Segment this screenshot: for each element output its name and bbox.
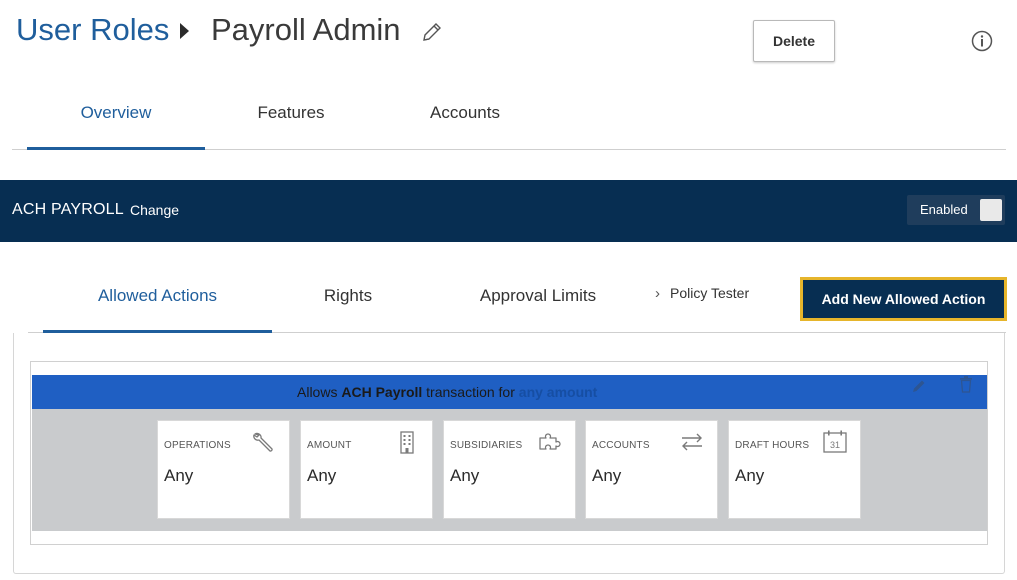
transfer-arrows-icon bbox=[682, 433, 702, 451]
operations-card[interactable]: OPERATIONS Any bbox=[157, 420, 290, 519]
card-value: Any bbox=[450, 466, 480, 485]
card-label: SUBSIDIARIES bbox=[450, 440, 523, 451]
enabled-toggle-label: Enabled bbox=[920, 202, 968, 217]
tab-accounts[interactable]: Accounts bbox=[385, 80, 545, 150]
calendar-icon: 31 bbox=[823, 430, 847, 453]
card-label: AMOUNT bbox=[307, 440, 352, 451]
policy-tester-label: Policy Tester bbox=[670, 285, 750, 301]
page-header: User Roles Payroll Admin Delete bbox=[0, 0, 1017, 80]
tab-allowed-actions[interactable]: Allowed Actions bbox=[43, 260, 272, 333]
accounts-card[interactable]: ACCOUNTS Any bbox=[585, 420, 718, 519]
trash-icon[interactable] bbox=[958, 376, 974, 393]
pencil-icon[interactable] bbox=[420, 20, 444, 44]
breadcrumb-separator-icon bbox=[180, 23, 189, 39]
chevron-right-icon: › bbox=[655, 285, 660, 302]
rule-transaction: ACH Payroll bbox=[341, 384, 423, 400]
card-value: Any bbox=[735, 466, 765, 485]
card-label: ACCOUNTS bbox=[592, 440, 650, 451]
puzzle-icon bbox=[539, 433, 561, 450]
feature-band: ACH PAYROLL Change bbox=[0, 180, 1017, 242]
rule-description: Allows ACH Payroll transaction for any a… bbox=[297, 384, 597, 400]
top-tab-bar: Overview Features Accounts bbox=[12, 80, 1006, 150]
amount-card[interactable]: AMOUNT Any bbox=[300, 420, 433, 519]
breadcrumb-user-roles[interactable]: User Roles bbox=[16, 12, 169, 48]
rule-middle: transaction for bbox=[422, 384, 519, 400]
delete-button[interactable]: Delete bbox=[753, 20, 835, 62]
change-link[interactable]: Change bbox=[130, 202, 179, 218]
tab-rights[interactable]: Rights bbox=[272, 260, 424, 333]
policy-tester-link[interactable]: › Policy Tester bbox=[655, 285, 749, 302]
card-label: DRAFT HOURS bbox=[735, 440, 810, 451]
tab-overview[interactable]: Overview bbox=[27, 80, 205, 150]
info-icon[interactable] bbox=[971, 30, 993, 52]
feature-title: ACH PAYROLL bbox=[12, 201, 124, 218]
enabled-toggle[interactable]: Enabled bbox=[907, 195, 1005, 225]
tab-approval-limits[interactable]: Approval Limits bbox=[448, 260, 628, 333]
card-value: Any bbox=[164, 466, 194, 485]
building-icon bbox=[400, 431, 414, 454]
tab-features[interactable]: Features bbox=[212, 80, 370, 150]
card-value: Any bbox=[592, 466, 622, 485]
subsidiaries-card[interactable]: SUBSIDIARIES Any bbox=[443, 420, 576, 519]
rule-amount: any amount bbox=[518, 384, 598, 400]
card-value: Any bbox=[307, 466, 337, 485]
calendar-day: 31 bbox=[830, 440, 840, 450]
edit-rule-icon[interactable] bbox=[911, 378, 927, 394]
card-label: OPERATIONS bbox=[164, 440, 231, 451]
page-title: Payroll Admin bbox=[211, 12, 401, 47]
add-new-allowed-action-button[interactable]: Add New Allowed Action bbox=[800, 277, 1007, 321]
rule-prefix: Allows bbox=[297, 384, 342, 400]
wrench-icon bbox=[253, 432, 273, 452]
toggle-knob bbox=[980, 199, 1002, 221]
draft-hours-card[interactable]: DRAFT HOURS Any 31 bbox=[728, 420, 861, 519]
